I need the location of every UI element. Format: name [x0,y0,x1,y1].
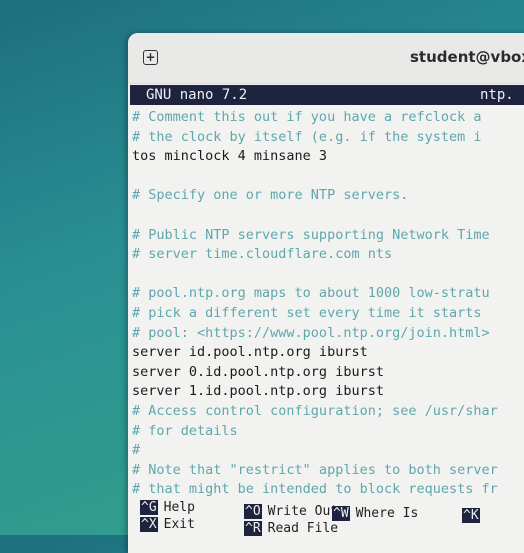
nano-version: GNU nano 7.2 [146,87,248,103]
shortcut-key: ^K [462,508,480,523]
editor-line[interactable]: # Comment this out if you have a refcloc… [132,108,498,128]
editor-line[interactable]: # [132,441,498,461]
editor-line[interactable]: server 1.id.pool.ntp.org iburst [132,382,498,402]
editor-line[interactable] [132,167,498,187]
shortcut-key: ^W [332,506,350,521]
editor-line[interactable]: # for details [132,422,498,442]
file-name: ntp. [480,87,514,103]
shortcut-label: Exit [163,517,195,532]
shortcut-where-is[interactable]: ^W Where Is [332,505,418,522]
editor-line[interactable]: # Access control configuration; see /usr… [132,402,498,422]
shortcut-key: ^X [140,517,158,532]
editor-line[interactable]: # Note that "restrict" applies to both s… [132,461,498,481]
editor-line[interactable]: # Specify one or more NTP servers. [132,186,498,206]
editor-line[interactable]: server 0.id.pool.ntp.org iburst [132,363,498,383]
window-title: student@vbox [410,48,524,66]
editor-line[interactable]: # that might be intended to block reques… [132,480,498,500]
shortcut-key: ^O [244,504,262,519]
shortcut-exit[interactable]: ^X Exit [140,516,195,533]
shortcut-key: ^G [140,500,158,515]
editor-line[interactable]: # pool: <https://www.pool.ntp.org/join.h… [132,324,498,344]
shortcut-key: ^R [244,521,262,536]
nano-header: GNU nano 7.2 ntp. [130,85,524,105]
editor-line[interactable]: # Public NTP servers supporting Network … [132,226,498,246]
shortcut-label: Read File [267,521,339,536]
editor-line[interactable] [132,206,498,226]
editor-line[interactable]: # pick a different set every time it sta… [132,304,498,324]
editor-line[interactable]: tos minclock 4 minsane 3 [132,147,498,167]
editor-line[interactable]: # pool.ntp.org maps to about 1000 low-st… [132,284,498,304]
title-bar: + student@vbox [128,33,524,84]
shortcut-write-out[interactable]: ^O Write Out [244,503,338,520]
editor-content[interactable]: # Comment this out if you have a refcloc… [132,108,498,500]
editor-line[interactable]: # the clock by itself (e.g. if the syste… [132,128,498,148]
editor-line[interactable]: # server time.cloudflare.com nts [132,245,498,265]
shortcut-label: Write Out [267,504,339,519]
editor-line[interactable]: server id.pool.ntp.org iburst [132,343,498,363]
shortcut-help[interactable]: ^G Help [140,499,195,516]
shortcut-read-file[interactable]: ^R Read File [244,520,338,537]
terminal-window: + student@vbox GNU nano 7.2 ntp. # Comme… [128,33,524,553]
shortcut-label: Help [163,500,195,515]
editor-line[interactable] [132,265,498,285]
shortcut-cut[interactable]: ^K [462,507,486,524]
shortcut-label: Where Is [355,506,419,521]
plus-square-icon[interactable]: + [143,50,158,65]
